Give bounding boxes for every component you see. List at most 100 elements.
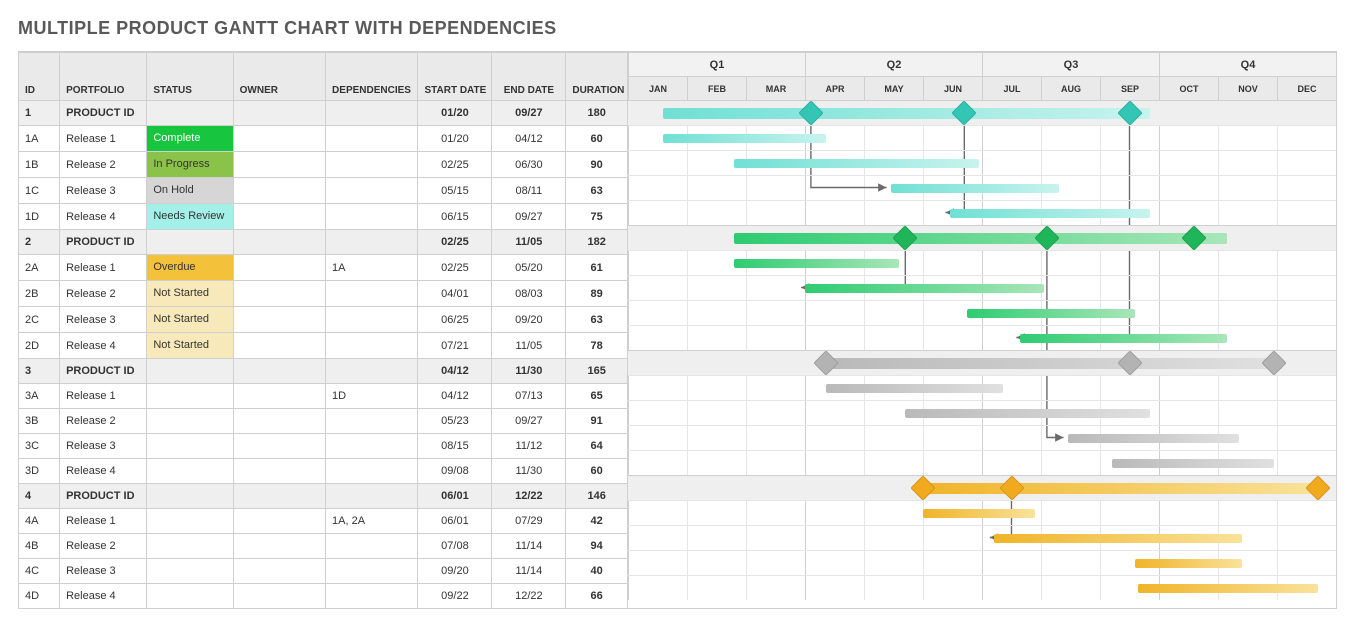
table-row[interactable]: 2BRelease 2Not Started04/0108/0389 [19, 281, 628, 307]
cell-end-date: 11/05 [492, 333, 566, 359]
milestone-diamond[interactable] [1261, 350, 1286, 375]
milestone-diamond[interactable] [952, 100, 977, 125]
cell-start-date: 08/15 [418, 434, 492, 459]
gantt-bar[interactable] [891, 184, 1059, 193]
table-row[interactable]: 1ARelease 1Complete01/2004/1260 [19, 126, 628, 152]
cell-owner [233, 484, 325, 509]
table-row[interactable]: 3CRelease 308/1511/1264 [19, 434, 628, 459]
cell-portfolio: Release 4 [60, 204, 147, 230]
table-row[interactable]: 3DRelease 409/0811/3060 [19, 459, 628, 484]
gantt-bar[interactable] [663, 134, 825, 143]
month-header: SEP [1100, 76, 1159, 100]
table-row[interactable]: 1PRODUCT ID01/2009/27180 [19, 101, 628, 126]
table-row[interactable]: 4ARelease 11A, 2A06/0107/2942 [19, 509, 628, 534]
cell-start-date: 06/01 [418, 509, 492, 534]
cell-dependencies [326, 230, 418, 255]
cell-duration: 63 [566, 178, 628, 204]
cell-status [147, 509, 233, 534]
gantt-row [628, 125, 1336, 150]
table-row[interactable]: 1DRelease 4Needs Review06/1509/2775 [19, 204, 628, 230]
table-row[interactable]: 3ARelease 11D04/1207/1365 [19, 384, 628, 409]
table-row[interactable]: 2PRODUCT ID02/2511/05182 [19, 230, 628, 255]
cell-id: 4A [19, 509, 60, 534]
gantt-row [628, 300, 1336, 325]
table-row[interactable]: 2DRelease 4Not Started07/2111/0578 [19, 333, 628, 359]
table-row[interactable]: 1CRelease 3On Hold05/1508/1163 [19, 178, 628, 204]
status-pill: Not Started [147, 333, 232, 358]
cell-end-date: 11/30 [492, 459, 566, 484]
milestone-diamond[interactable] [813, 350, 838, 375]
cell-status: Needs Review [147, 204, 233, 230]
month-header: APR [805, 76, 864, 100]
milestone-diamond[interactable] [1034, 225, 1059, 250]
table-row[interactable]: 3BRelease 205/2309/2791 [19, 409, 628, 434]
gantt-bar[interactable] [905, 409, 1150, 418]
cell-dependencies [326, 584, 418, 609]
milestone-diamond[interactable] [1306, 475, 1331, 500]
cell-duration: 91 [566, 409, 628, 434]
month-header: MAR [746, 76, 805, 100]
gantt-bar[interactable] [663, 108, 1150, 119]
cell-end-date: 08/11 [492, 178, 566, 204]
cell-start-date: 07/21 [418, 333, 492, 359]
milestone-diamond[interactable] [1117, 350, 1142, 375]
cell-owner [233, 384, 325, 409]
col-header-portfolio: PORTFOLIO [60, 53, 147, 101]
milestone-diamond[interactable] [893, 225, 918, 250]
gantt-row [628, 400, 1336, 425]
cell-dependencies [326, 359, 418, 384]
gantt-bar[interactable] [1068, 434, 1239, 443]
table-row[interactable]: 1BRelease 2In Progress02/2506/3090 [19, 152, 628, 178]
milestone-diamond[interactable] [910, 475, 935, 500]
cell-status: Complete [147, 126, 233, 152]
gantt-bar[interactable] [805, 284, 1044, 293]
gantt-bar[interactable] [923, 483, 1318, 494]
gantt-bar[interactable] [826, 384, 1003, 393]
table-row[interactable]: 4DRelease 409/2212/2266 [19, 584, 628, 609]
table-row[interactable]: 2ARelease 1Overdue1A02/2505/2061 [19, 255, 628, 281]
gantt-bar[interactable] [734, 159, 979, 168]
table-row[interactable]: 4BRelease 207/0811/1494 [19, 534, 628, 559]
gantt-bar[interactable] [1135, 559, 1241, 568]
gantt-bar[interactable] [1112, 459, 1274, 468]
cell-duration: 40 [566, 559, 628, 584]
gantt-bar[interactable] [826, 358, 1274, 369]
table-row[interactable]: 3PRODUCT ID04/1211/30165 [19, 359, 628, 384]
gantt-bar[interactable] [1138, 584, 1318, 593]
status-pill: In Progress [147, 152, 232, 177]
cell-duration: 94 [566, 534, 628, 559]
cell-owner [233, 509, 325, 534]
cell-end-date: 05/20 [492, 255, 566, 281]
gantt-bar[interactable] [923, 509, 1035, 518]
gantt-bar[interactable] [950, 209, 1151, 218]
gantt-bar[interactable] [994, 534, 1242, 543]
status-pill: On Hold [147, 178, 232, 203]
month-header: NOV [1218, 76, 1277, 100]
milestone-diamond[interactable] [798, 100, 823, 125]
gantt-bar[interactable] [734, 259, 899, 268]
cell-status [147, 101, 233, 126]
cell-end-date: 09/27 [492, 409, 566, 434]
table-row[interactable]: 2CRelease 3Not Started06/2509/2063 [19, 307, 628, 333]
gantt-row [628, 525, 1336, 550]
cell-end-date: 07/29 [492, 509, 566, 534]
cell-owner [233, 126, 325, 152]
gantt-bar[interactable] [967, 309, 1135, 318]
gantt-bar[interactable] [734, 233, 1227, 244]
col-header-duration: DURATION [566, 53, 628, 101]
cell-status: Not Started [147, 307, 233, 333]
milestone-diamond[interactable] [999, 475, 1024, 500]
cell-owner [233, 333, 325, 359]
gantt-bar[interactable] [1020, 334, 1227, 343]
cell-start-date: 09/08 [418, 459, 492, 484]
table-row[interactable]: 4CRelease 309/2011/1440 [19, 559, 628, 584]
cell-dependencies [326, 434, 418, 459]
table-row[interactable]: 4PRODUCT ID06/0112/22146 [19, 484, 628, 509]
cell-owner [233, 152, 325, 178]
gantt-row [628, 275, 1336, 300]
cell-status [147, 459, 233, 484]
milestone-diamond[interactable] [1117, 100, 1142, 125]
cell-dependencies [326, 101, 418, 126]
milestone-diamond[interactable] [1182, 225, 1207, 250]
cell-portfolio: Release 3 [60, 559, 147, 584]
